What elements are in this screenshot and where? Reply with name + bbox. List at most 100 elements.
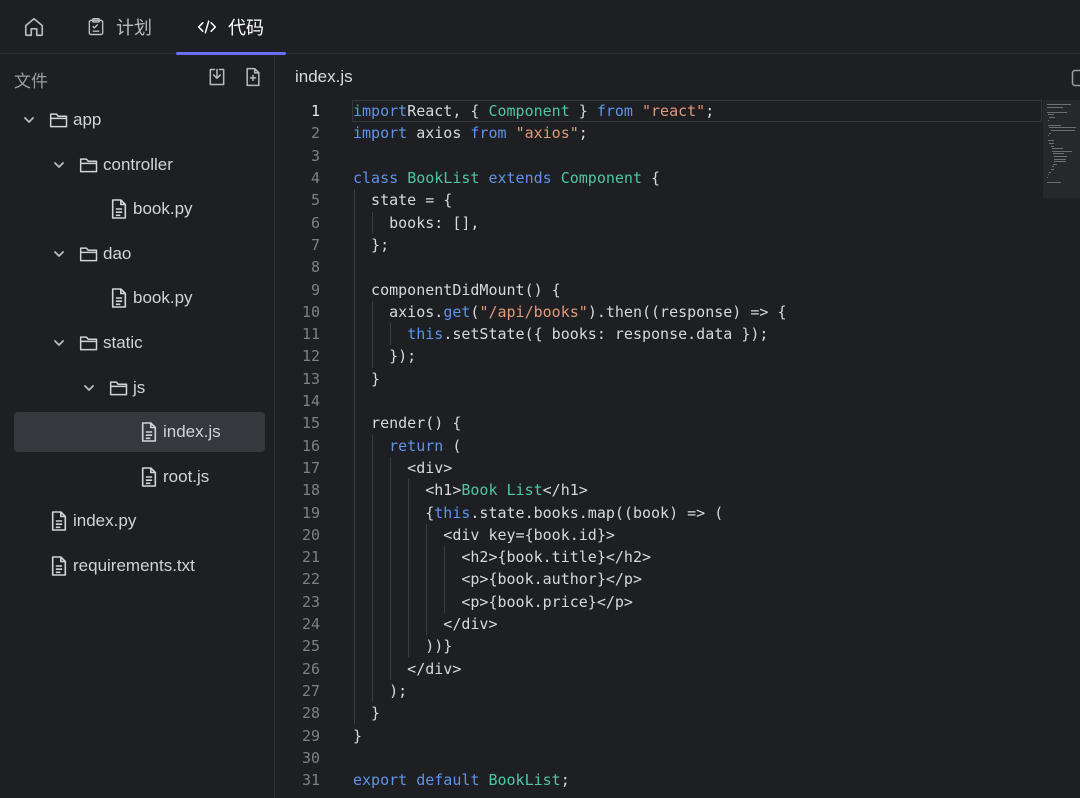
tree-item-label: book.py [133, 288, 193, 308]
tree-file-index-py[interactable]: index.py [48, 501, 136, 541]
code-line[interactable]: 23 <p>{book.price}</p> [276, 591, 1080, 613]
indent-guide [426, 523, 428, 636]
code-line[interactable]: 6 books: [], [276, 212, 1080, 234]
code-text: import axios from "axios"; [353, 124, 588, 143]
chevron-down-icon[interactable] [50, 245, 68, 263]
file-icon [48, 510, 70, 532]
code-line[interactable]: 19 {this.state.books.map((book) => ( [276, 501, 1080, 523]
chevron-down-icon[interactable] [20, 111, 38, 129]
tree-item-label: requirements.txt [73, 556, 195, 575]
editor-filename: index.js [295, 67, 353, 86]
minimap-line [1050, 145, 1054, 147]
tree-item-label: index.py [73, 511, 137, 531]
code-line[interactable]: 3 [276, 145, 1080, 167]
minimap-line [1054, 158, 1067, 160]
tree-item-label: js [133, 377, 146, 397]
code-text: <p>{book.price}</p> [353, 592, 633, 611]
code-line[interactable]: 30 [276, 747, 1080, 769]
minimap-line [1048, 114, 1054, 116]
tree-file-requirements-txt[interactable]: requirements.txt [48, 546, 195, 586]
line-number: 2 [310, 124, 320, 143]
code-line[interactable]: 28 } [276, 702, 1080, 724]
line-number: 9 [310, 280, 320, 299]
code-line[interactable]: 29} [276, 724, 1080, 746]
line-number: 30 [301, 748, 320, 767]
line-number: 25 [301, 637, 320, 656]
tree-file-book-py[interactable]: book.py [108, 278, 193, 318]
download-icon [209, 68, 225, 86]
code-line[interactable]: 8 [276, 256, 1080, 278]
tab-code[interactable]: 代码 [176, 0, 286, 55]
tree-folder-dao[interactable]: dao [50, 234, 131, 274]
code-line[interactable]: 15 render() { [276, 412, 1080, 434]
indent-guide [372, 300, 374, 368]
code-text: <div> [353, 458, 453, 477]
code-text: axios.get("/api/books").then((response) … [353, 302, 787, 321]
download-button[interactable] [205, 65, 229, 89]
code-line[interactable]: 16 return ( [276, 435, 1080, 457]
code-line[interactable]: 4 class BookList extends Component { [276, 167, 1080, 189]
tree-file-book-py[interactable]: book.py [108, 189, 193, 229]
code-line[interactable]: 1 importReact, { Component } from "react"… [276, 100, 1080, 122]
code-line[interactable]: 9 componentDidMount() { [276, 278, 1080, 300]
code-area[interactable]: 1 importReact, { Component } from "react"… [276, 100, 1080, 798]
folder-icon [78, 332, 100, 354]
code-line[interactable]: 25 ))} [276, 635, 1080, 657]
home-button[interactable] [18, 12, 50, 42]
code-line[interactable]: 27 ); [276, 680, 1080, 702]
tree-folder-js[interactable]: js [80, 368, 145, 408]
line-number: 3 [310, 146, 320, 165]
indent-guide [444, 546, 446, 613]
minimap-line [1050, 130, 1075, 131]
code-line[interactable]: 2 import axios from "axios"; [276, 122, 1080, 144]
file-icon [138, 421, 160, 443]
tree-item-label: controller [103, 154, 173, 174]
code-text: }); [353, 347, 417, 366]
code-line[interactable]: 24 </div> [276, 613, 1080, 635]
code-line[interactable]: 11 this.setState({ books: response.data … [276, 323, 1080, 345]
tree-folder-app[interactable]: app [20, 100, 101, 140]
code-line[interactable]: 22 <p>{book.author}</p> [276, 568, 1080, 590]
code-line[interactable]: 13 } [276, 368, 1080, 390]
edit-icon[interactable] [1070, 68, 1080, 88]
line-number: 29 [301, 726, 320, 745]
line-number: 14 [301, 392, 320, 411]
file-icon [108, 287, 130, 309]
minimap[interactable] [1043, 100, 1080, 198]
tree-item-label: index.js [163, 422, 221, 442]
tree-folder-static[interactable]: static [50, 323, 143, 363]
code-line[interactable]: 5 state = { [276, 189, 1080, 211]
code-line[interactable]: 21 <h2>{book.title}</h2> [276, 546, 1080, 568]
code-text: <p>{book.author}</p> [353, 570, 642, 589]
code-text: <h1>Book List</h1> [425, 481, 588, 500]
file-icon [138, 466, 160, 488]
line-number: 18 [301, 481, 320, 500]
code-line[interactable]: 31 export default BookList; [276, 769, 1080, 791]
code-text: } [353, 726, 363, 745]
tab-code-label: 代码 [228, 18, 264, 39]
tab-plan[interactable]: 计划 [86, 0, 152, 54]
minimap-line [1049, 171, 1051, 173]
tree-file-root-js[interactable]: root.js [138, 457, 209, 497]
tree-file-index-js[interactable]: index.js [138, 412, 221, 452]
code-line[interactable]: 12 }); [276, 345, 1080, 367]
code-line[interactable]: 7 }; [276, 234, 1080, 256]
chevron-down-icon[interactable] [50, 156, 68, 174]
code-line[interactable]: 18 <h1>Book List</h1> [276, 479, 1080, 501]
tree-folder-controller[interactable]: controller [50, 145, 173, 185]
code-line[interactable]: 20 <div key={book.id}> [276, 524, 1080, 546]
new-file-button[interactable] [241, 65, 265, 89]
code-text: <h2>{book.title}</h2> [353, 548, 652, 567]
code-text: ))} [353, 637, 453, 656]
file-explorer: 文件 app controller book.py dao book.py static j… [0, 55, 275, 798]
line-number: 4 [310, 169, 320, 188]
code-line[interactable]: 14 [276, 390, 1080, 412]
line-number: 28 [301, 704, 320, 723]
minimap-line [1049, 132, 1052, 134]
chevron-down-icon[interactable] [80, 379, 98, 397]
code-line[interactable]: 17 <div> [276, 457, 1080, 479]
code-line[interactable]: 10 axios.get("/api/books").then((respons… [276, 301, 1080, 323]
minimap-line [1049, 117, 1056, 118]
chevron-down-icon[interactable] [50, 334, 68, 352]
code-line[interactable]: 26 </div> [276, 658, 1080, 680]
